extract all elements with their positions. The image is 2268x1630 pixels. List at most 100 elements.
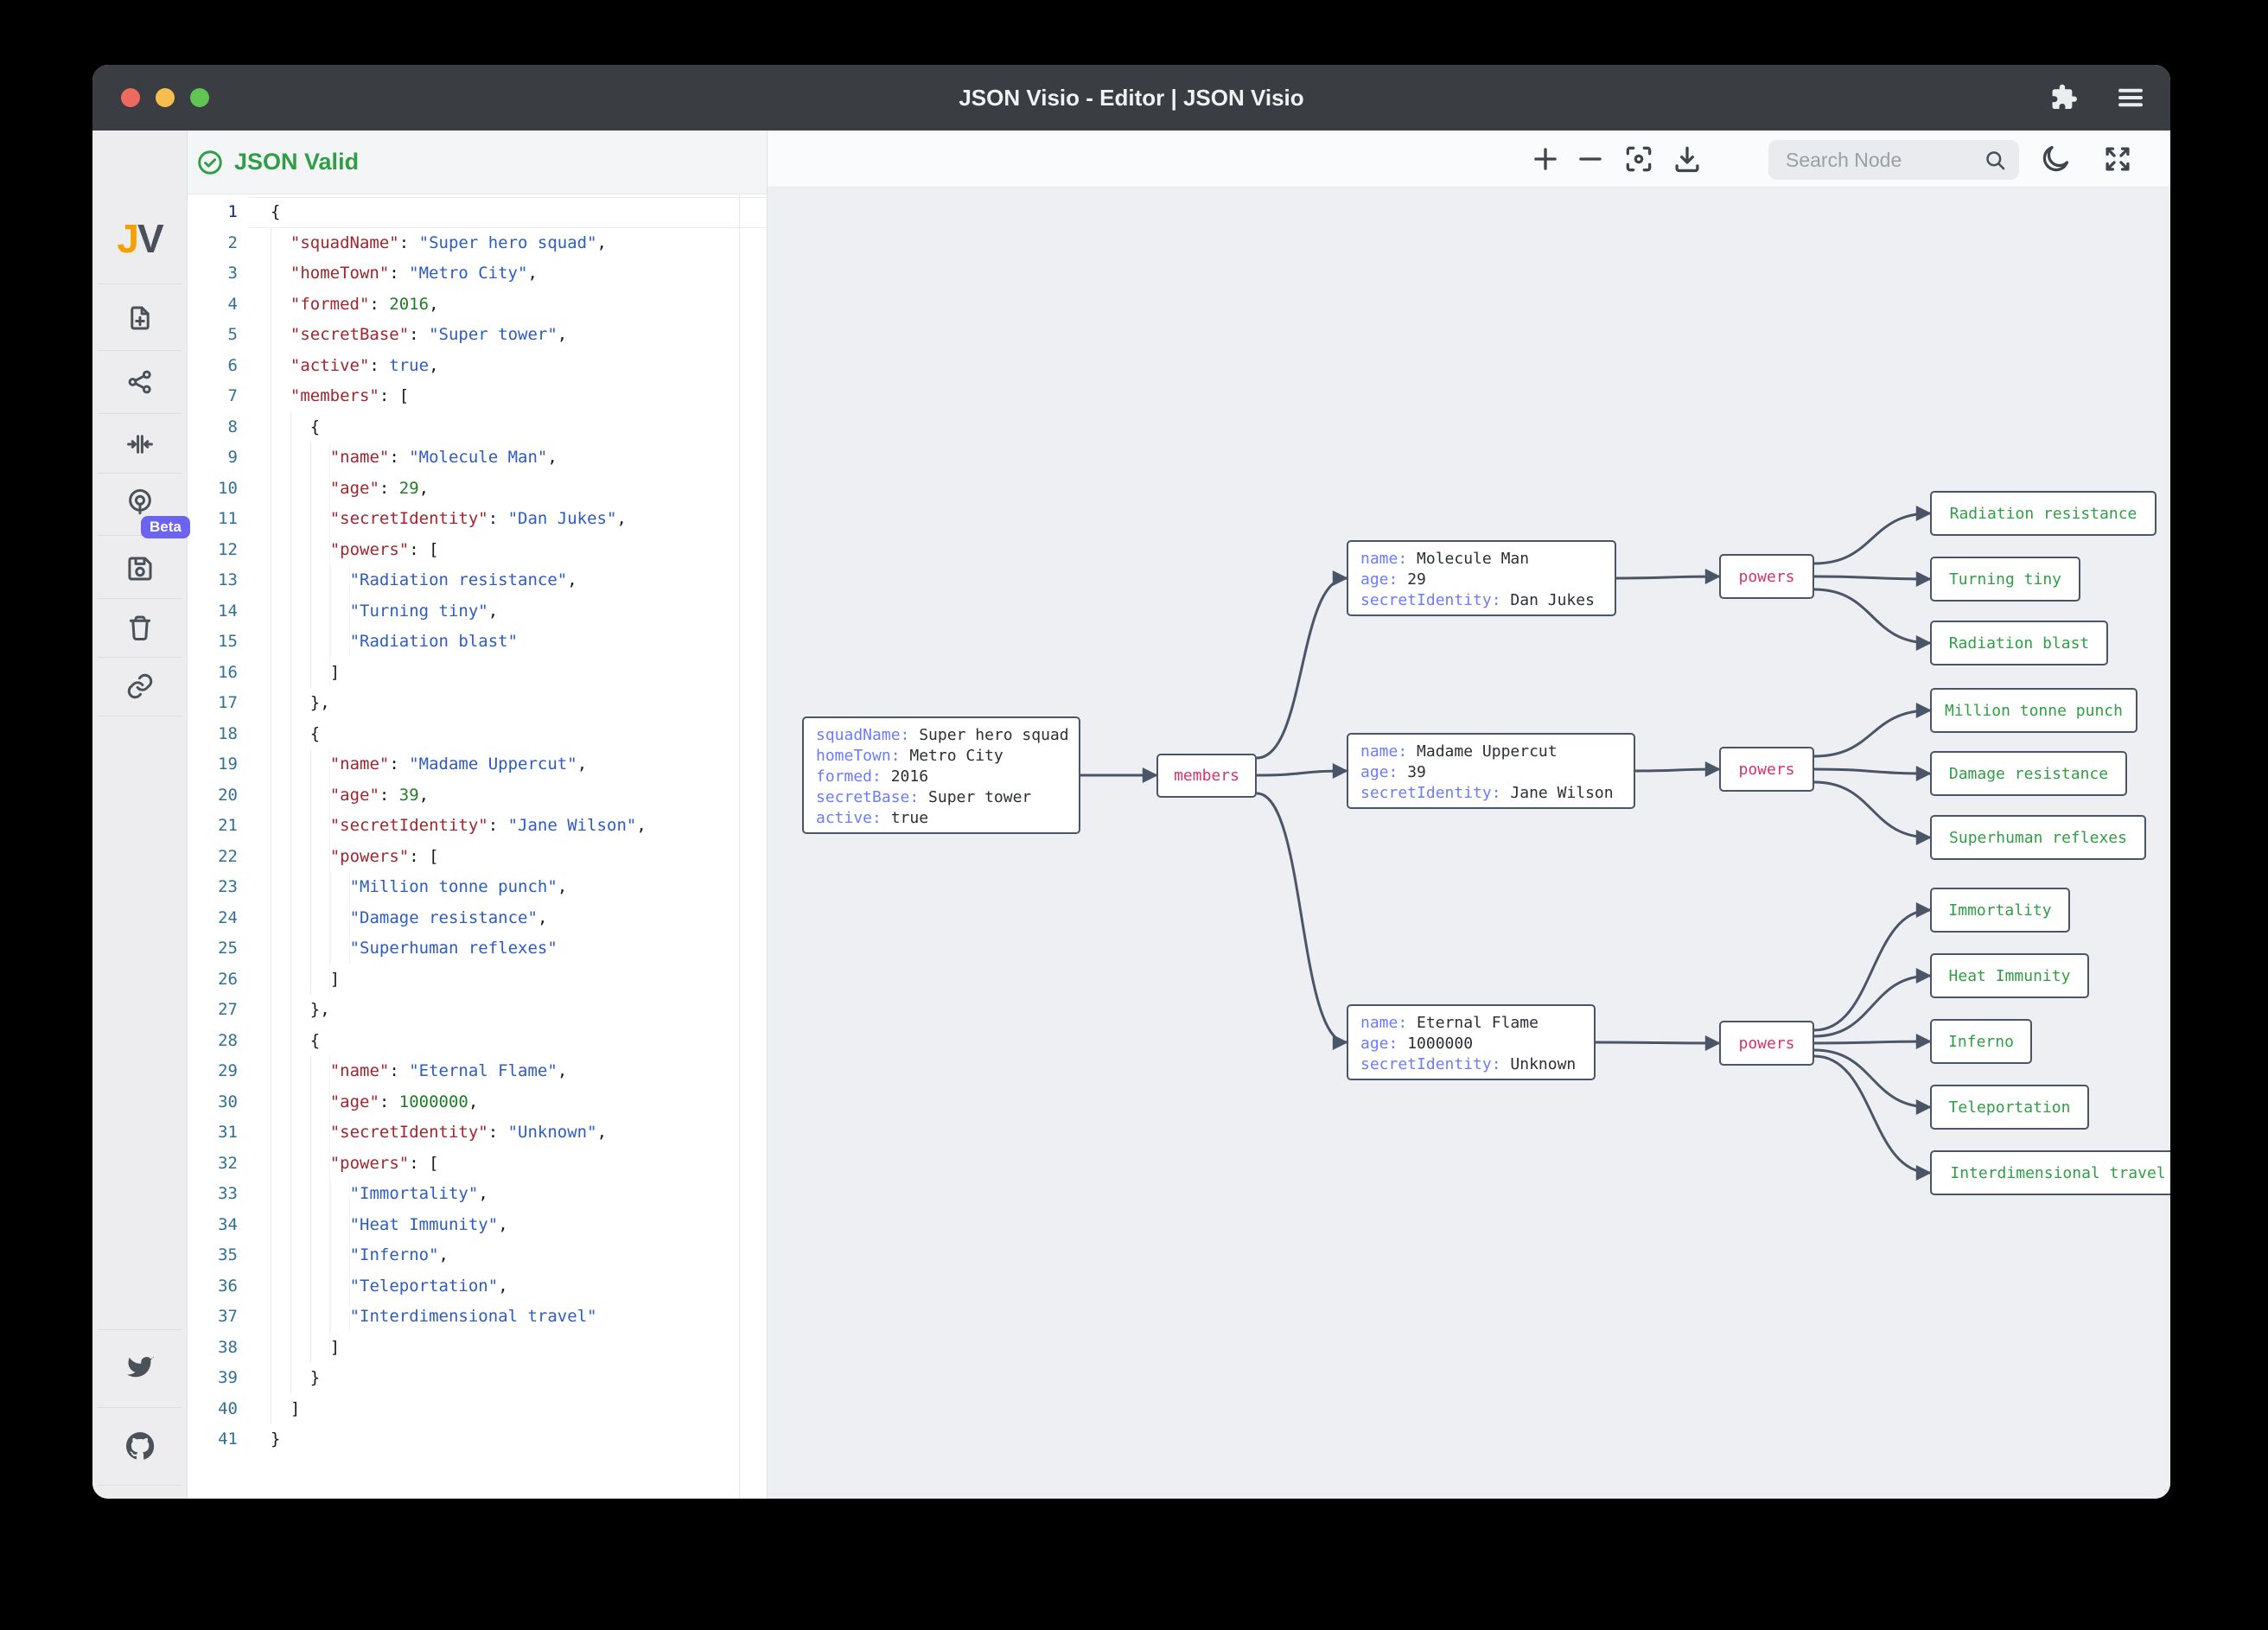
code-line[interactable]: 2"squadName": "Super hero squad", [188,228,767,259]
code-line[interactable]: 34"Heat Immunity", [188,1210,767,1241]
menu-hamburger-icon[interactable] [2115,82,2146,113]
graph-node-members[interactable]: members [1156,754,1257,798]
share-link-button[interactable] [123,669,157,704]
graph-node-leaf-7[interactable]: Immortality [1930,888,2070,933]
github-link-button[interactable] [123,1429,157,1463]
code-editor[interactable]: 1{2"squadName": "Super hero squad",3"hom… [188,194,767,1499]
node-value: Molecule Man [1417,550,1529,568]
code-line[interactable]: 28{ [188,1026,767,1057]
graph-node-leaf-6[interactable]: Superhuman reflexes [1930,815,2146,860]
code-line[interactable]: 7"members": [ [188,381,767,412]
code-token: : [389,443,409,474]
node-row: name: Molecule Man [1360,549,1602,570]
code-line[interactable]: 5"secretBase": "Super tower", [188,320,767,351]
code-token: : [369,290,389,321]
code-line[interactable]: 32"powers": [ [188,1149,767,1180]
code-line[interactable]: 10"age": 29, [188,474,767,505]
line-number: 17 [188,688,238,719]
node-key: name: [1360,550,1417,568]
code-line[interactable]: 14"Turning tiny", [188,596,767,627]
extensions-puzzle-icon[interactable] [2048,82,2079,113]
code-line[interactable]: 18{ [188,719,767,750]
graph-node-leaf-4[interactable]: Million tonne punch [1930,688,2137,733]
graph-node-leaf-2[interactable]: Turning tiny [1930,557,2080,602]
graph-edge [1814,710,1930,756]
twitter-link-button[interactable] [123,1349,157,1384]
code-line[interactable]: 39} [188,1363,767,1394]
code-line[interactable]: 16] [188,658,767,689]
code-line[interactable]: 20"age": 39, [188,780,767,812]
graph-node-leaf-5[interactable]: Damage resistance [1930,751,2127,796]
node-label: Damage resistance [1949,765,2108,783]
code-line[interactable]: 25"Superhuman reflexes" [188,933,767,965]
new-document-button[interactable] [123,301,157,335]
code-line[interactable]: 35"Inferno", [188,1240,767,1271]
code-line[interactable]: 12"powers": [ [188,535,767,566]
save-button[interactable] [123,551,157,586]
code-line[interactable]: 36"Teleportation", [188,1271,767,1302]
code-line[interactable]: 9"name": "Molecule Man", [188,443,767,474]
code-line[interactable]: 8{ [188,412,767,443]
code-line[interactable]: 38] [188,1333,767,1364]
live-transform-button[interactable] [123,485,157,519]
graph-node-root[interactable]: squadName: Super hero squadhomeTown: Met… [802,716,1080,834]
code-line[interactable]: 1{ [188,197,767,228]
code-line[interactable]: 17}, [188,688,767,719]
node-row: name: Eternal Flame [1360,1013,1582,1034]
code-line[interactable]: 30"age": 1000000, [188,1087,767,1118]
code-line[interactable]: 21"secretIdentity": "Jane Wilson", [188,811,767,842]
graph-view-button[interactable] [123,365,157,399]
graph-node-powers-1[interactable]: powers [1719,554,1814,599]
code-line[interactable]: 4"formed": 2016, [188,290,767,321]
code-line[interactable]: 3"homeTown": "Metro City", [188,258,767,290]
graph-node-powers-2[interactable]: powers [1719,747,1814,792]
code-line[interactable]: 24"Damage resistance", [188,903,767,934]
node-label: Radiation resistance [1950,505,2137,523]
graph-edge [1814,576,1930,579]
clear-delete-button[interactable] [123,610,157,645]
code-line[interactable]: 15"Radiation blast" [188,627,767,658]
code-token: { [310,1026,320,1057]
code-line[interactable]: 41} [188,1424,767,1455]
code-token: "secretBase" [290,320,409,351]
graph-node-leaf-11[interactable]: Interdimensional travel [1930,1150,2170,1195]
node-row: homeTown: Metro City [816,746,1067,767]
code-line[interactable]: 29"name": "Eternal Flame", [188,1056,767,1087]
node-value: Jane Wilson [1510,784,1613,802]
code-line[interactable]: 26] [188,965,767,996]
line-number: 9 [188,443,238,474]
code-token: , [597,228,607,259]
code-token: : [389,258,409,290]
code-line[interactable]: 37"Interdimensional travel" [188,1302,767,1333]
graph-node-leaf-8[interactable]: Heat Immunity [1930,953,2089,998]
graph-node-member-1[interactable]: name: Molecule Manage: 29secretIdentity:… [1347,540,1616,616]
code-token: , [567,565,577,596]
graph-node-powers-3[interactable]: powers [1719,1021,1814,1066]
app-logo[interactable]: JV [92,215,187,262]
line-number: 20 [188,780,238,812]
code-line[interactable]: 33"Immortality", [188,1179,767,1210]
code-line[interactable]: 19"name": "Madame Uppercut", [188,749,767,780]
code-line[interactable]: 31"secretIdentity": "Unknown", [188,1117,767,1149]
code-line[interactable]: 22"powers": [ [188,842,767,873]
graph-node-leaf-3[interactable]: Radiation blast [1930,621,2108,665]
code-line[interactable]: 40] [188,1394,767,1425]
graph-node-leaf-10[interactable]: Teleportation [1930,1085,2089,1130]
line-number: 24 [188,903,238,934]
code-token: true [389,351,429,382]
code-line[interactable]: 13"Radiation resistance", [188,565,767,596]
graph-canvas[interactable]: squadName: Super hero squadhomeTown: Met… [767,131,2170,1499]
graph-node-leaf-1[interactable]: Radiation resistance [1930,491,2157,536]
code-line[interactable]: 6"active": true, [188,351,767,382]
link-chain-icon [125,672,155,701]
collapse-nodes-button[interactable] [123,427,157,462]
line-number: 13 [188,565,238,596]
graph-node-leaf-9[interactable]: Inferno [1930,1019,2032,1064]
code-line[interactable]: 11"secretIdentity": "Dan Jukes", [188,504,767,535]
code-line[interactable]: 23"Million tonne punch", [188,872,767,903]
graph-node-member-3[interactable]: name: Eternal Flameage: 1000000secretIde… [1347,1004,1596,1080]
graph-node-member-2[interactable]: name: Madame Uppercutage: 39secretIdenti… [1347,733,1635,809]
code-line[interactable]: 27}, [188,995,767,1026]
code-token: , [478,1179,487,1210]
node-key: age: [1360,1035,1407,1053]
